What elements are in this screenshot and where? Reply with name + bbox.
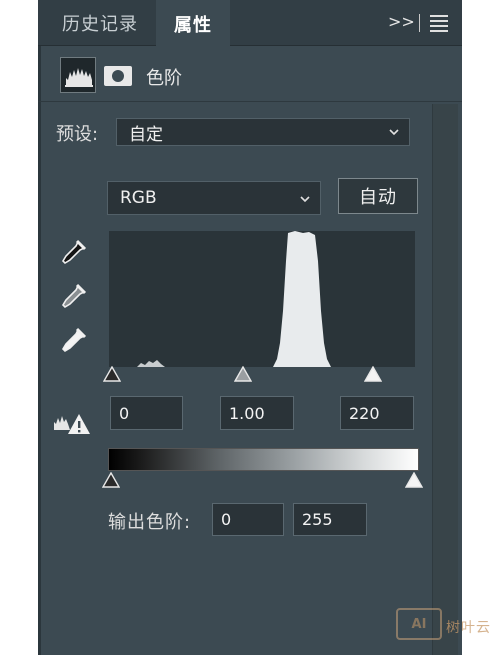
tab-history[interactable]: 历史记录	[46, 0, 154, 46]
channel-value: RGB	[120, 188, 157, 208]
input-black-field[interactable]: 0	[110, 396, 183, 430]
input-levels-slider[interactable]	[103, 366, 421, 388]
panel-menu-icon[interactable]	[430, 15, 448, 32]
white-eyedropper-icon[interactable]	[58, 326, 88, 356]
preset-value: 自定	[129, 124, 163, 145]
scrollbar[interactable]	[432, 104, 458, 655]
watermark-text: 树叶云	[446, 620, 491, 636]
output-levels-label: 输出色阶:	[108, 512, 192, 533]
histogram	[109, 231, 415, 367]
tab-bar: 历史记录 属性 >>	[38, 0, 462, 47]
watermark-logo: AI	[396, 608, 442, 640]
auto-button[interactable]: 自动	[338, 178, 418, 214]
channel-dropdown[interactable]: RGB	[107, 181, 321, 215]
input-gamma-field[interactable]: 1.00	[220, 396, 294, 430]
preset-dropdown[interactable]: 自定	[116, 118, 410, 146]
white-point-handle[interactable]	[364, 366, 382, 382]
collapse-panel-icon[interactable]: >>	[388, 12, 415, 31]
chevron-down-icon	[300, 196, 310, 203]
mask-icon[interactable]	[104, 66, 132, 86]
black-eyedropper-icon[interactable]	[58, 238, 88, 268]
tab-divider	[419, 14, 420, 32]
properties-header: 色阶	[38, 46, 462, 102]
tab-properties[interactable]: 属性	[156, 0, 230, 47]
output-black-field[interactable]: 0	[212, 503, 284, 536]
output-white-field[interactable]: 255	[293, 503, 367, 536]
adjustment-title: 色阶	[146, 68, 182, 89]
output-gradient	[108, 448, 419, 471]
output-black-handle[interactable]	[102, 472, 120, 488]
gray-eyedropper-icon[interactable]	[58, 282, 88, 312]
clip-warning-icon[interactable]	[52, 410, 92, 436]
gamma-handle[interactable]	[234, 366, 252, 382]
output-levels-slider[interactable]	[100, 472, 426, 494]
black-point-handle[interactable]	[103, 366, 121, 382]
input-white-field[interactable]: 220	[340, 396, 414, 430]
preset-label: 预设:	[56, 124, 99, 145]
chevron-down-icon	[389, 129, 399, 136]
output-white-handle[interactable]	[405, 472, 423, 488]
levels-icon[interactable]	[60, 57, 96, 93]
